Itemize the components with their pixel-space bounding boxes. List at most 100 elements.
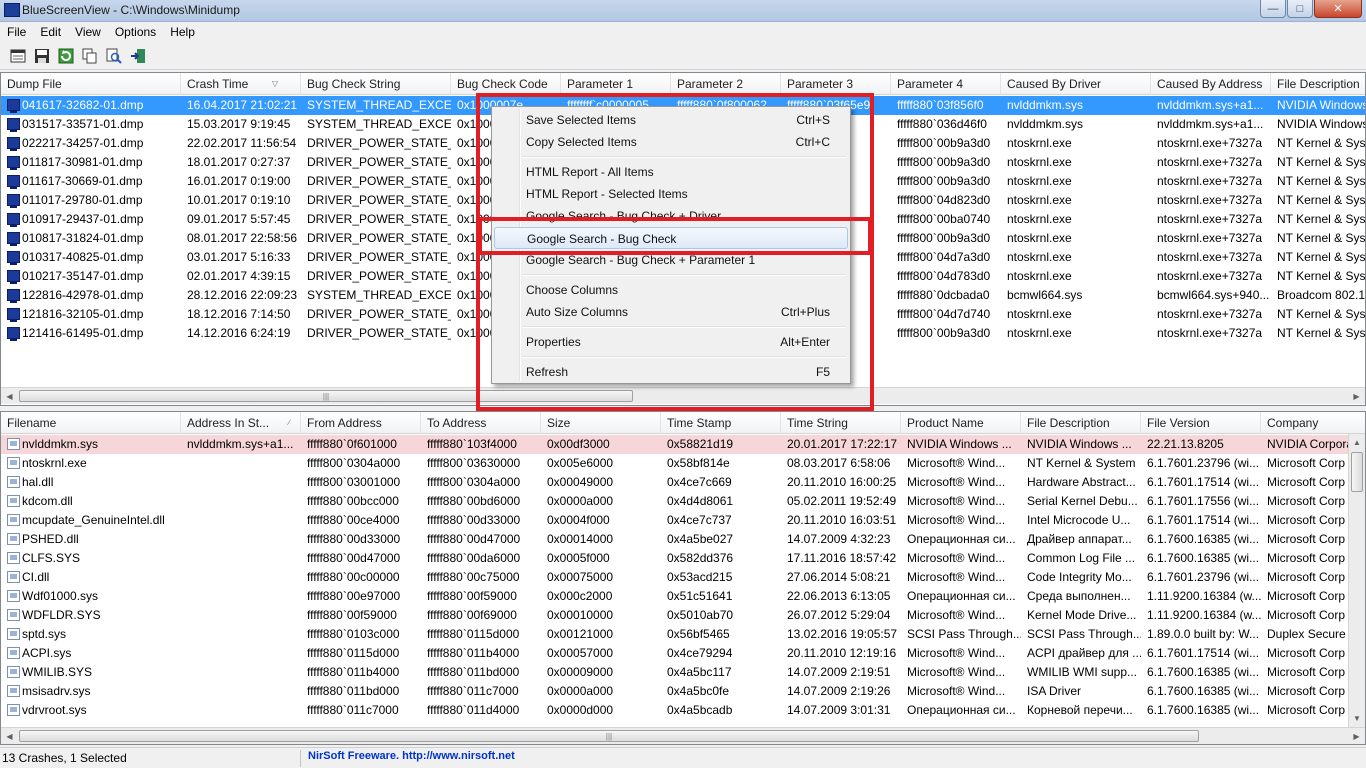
disk-icon[interactable] <box>32 46 52 66</box>
driver-row[interactable]: nvlddmkm.sys nvlddmkm.sys+a1... fffff880`0… <box>1 435 1365 454</box>
context-menu-item[interactable]: Save Selected Items Ctrl+S <box>494 109 848 131</box>
exit-icon[interactable] <box>128 46 148 66</box>
context-menu: Save Selected Items Ctrl+S Copy Selected I… <box>491 106 851 384</box>
driver-cell: Корневой перечи... <box>1027 703 1133 717</box>
col-product-name[interactable]: Product Name <box>901 412 1021 434</box>
col-parameter-2[interactable]: Parameter 2 <box>671 73 781 95</box>
crash-cell: 15.03.2017 9:19:45 <box>187 117 291 131</box>
crash-cell: NT Kernel & Syst <box>1277 174 1366 188</box>
col-parameter-3[interactable]: Parameter 3 <box>781 73 891 95</box>
crash-cell: ntoskrnl.exe <box>1007 212 1072 226</box>
driver-cell: 17.11.2016 18:57:42 <box>787 551 897 565</box>
col-bug-check-string[interactable]: Bug Check String <box>301 73 451 95</box>
driver-row[interactable]: mcupdate_GenuineIntel.dll fffff880`00ce40… <box>1 511 1365 530</box>
col-parameter-1[interactable]: Parameter 1 <box>561 73 671 95</box>
driver-row[interactable]: kdcom.dll fffff880`00bcc000 fffff880`00bd6… <box>1 492 1365 511</box>
driver-row[interactable]: msisadrv.sys fffff880`011bd000 fffff880`01… <box>1 682 1365 701</box>
driver-list-vscroll-thumb[interactable] <box>1351 452 1363 492</box>
driver-cell: 6.1.7601.23796 (wi... <box>1147 570 1260 584</box>
menu-view[interactable]: View <box>68 22 108 42</box>
driver-row[interactable]: CI.dll fffff880`00c00000 fffff880`00c75000… <box>1 568 1365 587</box>
driver-cell: 0x4ce7c669 <box>667 475 732 489</box>
col-parameter-4[interactable]: Parameter 4 <box>891 73 1001 95</box>
refresh-icon[interactable] <box>56 46 76 66</box>
driver-cell: ntoskrnl.exe <box>22 456 87 470</box>
driver-row[interactable]: Wdf01000.sys fffff880`00e97000 fffff880`00… <box>1 587 1365 606</box>
driver-list-hscroll[interactable]: ◀ ||| ▶ <box>1 727 1365 744</box>
menu-options[interactable]: Options <box>108 22 163 42</box>
col-from-address[interactable]: From Address <box>301 412 421 434</box>
driver-cell: 14.07.2009 2:19:51 <box>787 665 891 679</box>
driver-cell: 0x0005f000 <box>547 551 610 565</box>
driver-list[interactable]: Filename Address In St... ∕ From Address… <box>0 411 1366 745</box>
col-file-description[interactable]: File Description <box>1271 73 1365 95</box>
driver-cell: 0x0004f000 <box>547 513 610 527</box>
scroll-left-arrow-icon[interactable]: ◀ <box>1 728 18 744</box>
driver-list-vscroll[interactable]: ▲ ▼ <box>1348 434 1365 727</box>
context-menu-item[interactable]: Refresh F5 <box>494 361 848 383</box>
driver-cell: fffff800`0304a000 <box>307 456 401 470</box>
crash-list-hscroll-thumb[interactable]: ||| <box>19 390 633 402</box>
context-menu-item[interactable]: Choose Columns <box>494 279 848 301</box>
col-caused-by-address[interactable]: Caused By Address <box>1151 73 1271 95</box>
context-menu-item[interactable]: Auto Size Columns Ctrl+Plus <box>494 301 848 323</box>
close-button[interactable]: ✕ <box>1314 0 1362 18</box>
context-menu-item[interactable]: Google Search - Bug Check <box>494 227 848 249</box>
driver-row[interactable]: ntoskrnl.exe fffff800`0304a000 fffff800`03… <box>1 454 1365 473</box>
copy-icon[interactable] <box>80 46 100 66</box>
driver-row[interactable]: sptd.sys fffff880`0103c000 fffff880`0115d0… <box>1 625 1365 644</box>
driver-row[interactable]: CLFS.SYS fffff880`00d47000 fffff880`00da60… <box>1 549 1365 568</box>
minimize-button[interactable]: — <box>1260 0 1286 18</box>
driver-cell: 14.07.2009 4:32:23 <box>787 532 891 546</box>
crash-list-hscroll[interactable]: ◀ ||| ▶ <box>1 387 1365 404</box>
menu-help[interactable]: Help <box>163 22 202 42</box>
driver-cell: fffff880`00d47000 <box>307 551 401 565</box>
scroll-up-arrow-icon[interactable]: ▲ <box>1349 434 1365 451</box>
col-time-stamp[interactable]: Time Stamp <box>661 412 781 434</box>
context-menu-item[interactable]: Google Search - Bug Check + Driver <box>494 205 848 227</box>
scroll-down-arrow-icon[interactable]: ▼ <box>1349 710 1365 727</box>
col-time-string[interactable]: Time String <box>781 412 901 434</box>
context-menu-item[interactable]: HTML Report - Selected Items <box>494 183 848 205</box>
driver-list-hscroll-thumb[interactable]: ||| <box>19 730 1199 742</box>
scroll-right-arrow-icon[interactable]: ▶ <box>1348 728 1365 744</box>
col-file-description[interactable]: File Description <box>1021 412 1141 434</box>
menu-edit[interactable]: Edit <box>33 22 68 42</box>
driver-row[interactable]: WMILIB.SYS fffff880`011b4000 fffff880`011b… <box>1 663 1365 682</box>
col-file-version[interactable]: File Version <box>1141 412 1261 434</box>
col-bug-check-code[interactable]: Bug Check Code <box>451 73 561 95</box>
context-menu-item[interactable]: Properties Alt+Enter <box>494 331 848 353</box>
driver-cell: 20.11.2010 12:19:16 <box>787 646 897 660</box>
status-count: 13 Crashes, 1 Selected <box>2 751 127 765</box>
driver-cell: 0x0000a000 <box>547 684 614 698</box>
col-address-in-stack[interactable]: Address In St... ∕ <box>181 412 301 434</box>
maximize-button[interactable]: □ <box>1287 0 1313 18</box>
driver-row[interactable]: hal.dll fffff800`03001000 fffff800`0304a00… <box>1 473 1365 492</box>
save-icon[interactable] <box>8 46 28 66</box>
driver-cell: nvlddmkm.sys <box>22 437 99 451</box>
col-address-in-stack-label: Address In St... <box>187 416 270 430</box>
crash-cell: nvlddmkm.sys+a1... <box>1157 98 1264 112</box>
scroll-right-arrow-icon[interactable]: ▶ <box>1348 388 1365 404</box>
col-crash-time[interactable]: Crash Time ▽ <box>181 73 301 95</box>
nirsoft-link[interactable]: NirSoft Freeware. http://www.nirsoft.net <box>308 750 515 762</box>
driver-row[interactable]: WDFLDR.SYS fffff880`00f59000 fffff880`00f6… <box>1 606 1365 625</box>
crash-cell: ntoskrnl.exe <box>1007 155 1072 169</box>
crash-cell: fffff800`00b9a3d0 <box>897 231 991 245</box>
col-to-address[interactable]: To Address <box>421 412 541 434</box>
search-icon[interactable] <box>104 46 124 66</box>
context-menu-item[interactable]: Copy Selected Items Ctrl+C <box>494 131 848 153</box>
driver-row[interactable]: ACPI.sys fffff880`0115d000 fffff880`011b40… <box>1 644 1365 663</box>
col-dump-file[interactable]: Dump File <box>1 73 181 95</box>
driver-row[interactable]: vdrvroot.sys fffff880`011c7000 fffff880`01… <box>1 701 1365 720</box>
col-caused-by-driver[interactable]: Caused By Driver <box>1001 73 1151 95</box>
col-filename[interactable]: Filename <box>1 412 181 434</box>
driver-row[interactable]: PSHED.dll fffff880`00d33000 fffff880`00d47… <box>1 530 1365 549</box>
col-company[interactable]: Company <box>1261 412 1365 434</box>
scroll-left-arrow-icon[interactable]: ◀ <box>1 388 18 404</box>
menu-file[interactable]: File <box>0 22 33 42</box>
context-menu-item[interactable]: HTML Report - All Items <box>494 161 848 183</box>
crash-cell: NT Kernel & Syst <box>1277 326 1366 340</box>
context-menu-item[interactable]: Google Search - Bug Check + Parameter 1 <box>494 249 848 271</box>
col-size[interactable]: Size <box>541 412 661 434</box>
